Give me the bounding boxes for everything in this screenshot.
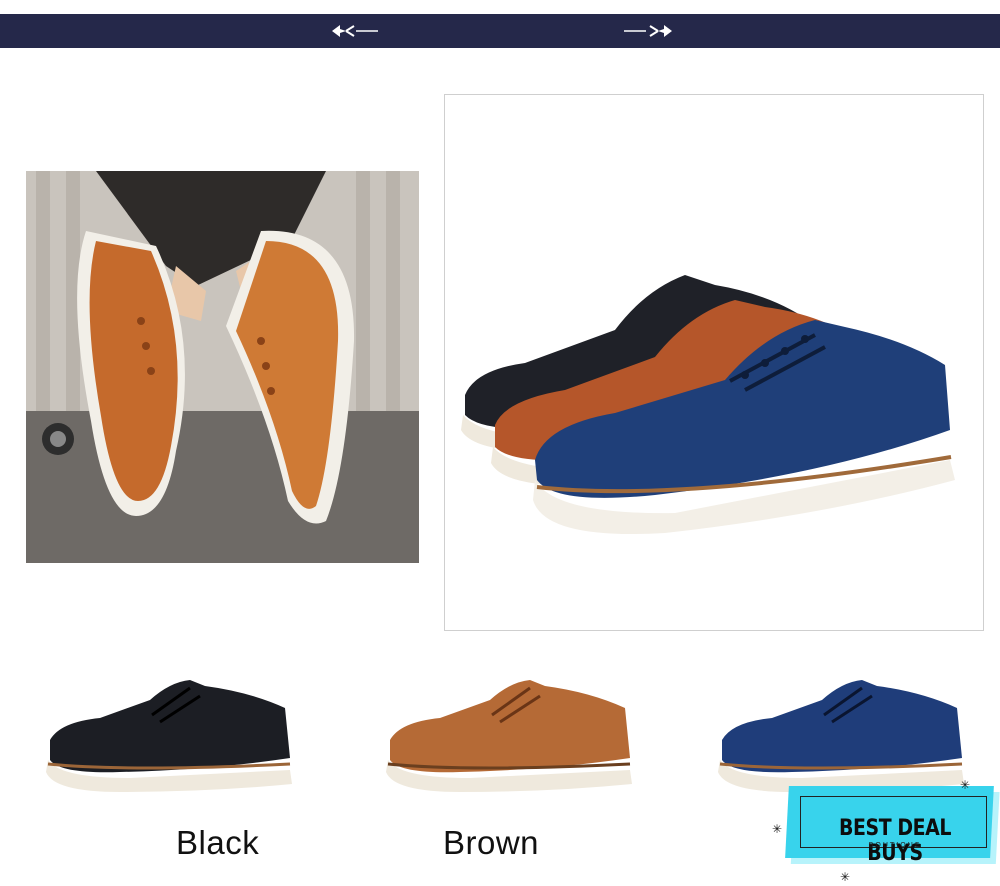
watermark-badge: BEST DEAL BUYS BOUTIQUE ✳ ✳ ✳ <box>770 772 1000 886</box>
header-banner <box>0 14 1000 48</box>
sparkle-icon: ✳ <box>772 822 783 836</box>
variant-brown-shoe[interactable] <box>380 660 640 800</box>
ornament-left-icon <box>332 25 378 37</box>
badge-subtitle: BOUTIQUE <box>868 841 922 849</box>
product-group-photo <box>444 94 984 631</box>
variant-label-black: Black <box>176 824 260 861</box>
variant-label-brown: Brown <box>443 824 540 861</box>
sparkle-icon: ✳ <box>960 778 971 792</box>
sparkle-icon: ✳ <box>840 870 851 884</box>
variant-black-shoe[interactable] <box>40 660 300 800</box>
lifestyle-photo <box>26 171 419 563</box>
ornament-right-icon <box>624 25 672 37</box>
